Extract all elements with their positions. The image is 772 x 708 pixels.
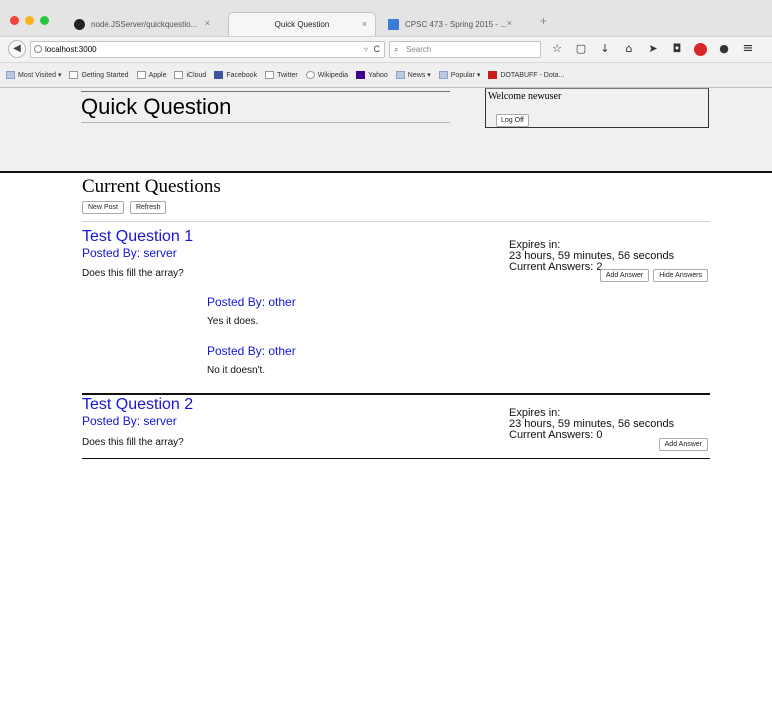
close-icon[interactable]: ×: [205, 18, 210, 28]
dotabuff-icon: [488, 71, 498, 79]
tab-title: CPSC 473 - Spring 2015 - ...: [405, 19, 507, 29]
pocket-icon[interactable]: ◘: [670, 42, 684, 56]
answer-item: Posted By: other No it doesn't.: [207, 344, 296, 376]
page-icon: [69, 71, 79, 79]
question-body: Does this fill the array?: [82, 268, 184, 279]
refresh-button[interactable]: Refresh: [129, 201, 167, 214]
download-icon[interactable]: ↓: [598, 42, 612, 56]
folder-icon: [6, 71, 15, 79]
page-icon: [136, 71, 146, 79]
answer-count: Current Answers: 0: [509, 429, 603, 441]
question-card: Test Question 1 Posted By: server Does t…: [82, 222, 710, 395]
add-answer-button[interactable]: Add Answer: [599, 269, 650, 282]
answer-poster: Posted By: other: [207, 344, 296, 358]
chat-icon[interactable]: ●: [717, 42, 731, 56]
add-answer-button[interactable]: Add Answer: [658, 438, 708, 451]
close-icon[interactable]: ×: [362, 19, 367, 29]
user-panel: Welcome newuser Log Off: [485, 88, 709, 128]
bookmark-star-icon[interactable]: ☆: [550, 42, 564, 56]
search-input[interactable]: ⌕ Search: [389, 41, 541, 58]
question-card: Test Question 2 Posted By: server Does t…: [82, 395, 710, 459]
bookmark-dotabuff[interactable]: DOTABUFF - Dota...: [488, 71, 564, 79]
section-heading: Current Questions: [82, 176, 221, 197]
question-meta: Expires in: 23 hours, 59 minutes, 56 sec…: [509, 408, 674, 441]
bookmark-apple[interactable]: Apple: [136, 71, 166, 79]
close-window-button[interactable]: [10, 16, 19, 25]
page-icon: [265, 71, 275, 79]
bookmark-icloud[interactable]: iCloud: [174, 71, 206, 79]
globe-icon: [34, 45, 42, 53]
question-body: Does this fill the array?: [82, 437, 184, 448]
history-dropdown-icon[interactable]: ▿: [364, 42, 368, 57]
menu-icon[interactable]: ≡: [741, 42, 755, 56]
reload-icon[interactable]: C: [374, 42, 381, 57]
page-icon: [174, 71, 184, 79]
question-poster: Posted By: server: [82, 414, 177, 428]
bookmark-news[interactable]: News ▾: [395, 71, 431, 79]
browser-tab-github[interactable]: node.JSServer/quickquestio... ×: [66, 12, 218, 36]
bookmark-popular[interactable]: Popular ▾: [438, 71, 480, 79]
question-actions: Add Answer Hide Answers: [599, 269, 708, 282]
back-button[interactable]: ◀: [8, 40, 26, 58]
answer-poster: Posted By: other: [207, 295, 296, 309]
new-tab-button[interactable]: +: [540, 14, 547, 28]
bookmark-wikipedia[interactable]: Wikipedia: [305, 71, 348, 79]
bookmark-twitter[interactable]: Twitter: [265, 71, 298, 79]
minimize-window-button[interactable]: [25, 16, 34, 25]
tab-title: node.JSServer/quickquestio...: [91, 19, 198, 29]
toolbar-icons: ☆ ▢ ↓ ⌂ ➤ ◘ ● ≡: [550, 42, 755, 56]
site-title: Quick Question: [81, 91, 450, 123]
log-off-button[interactable]: Log Off: [496, 114, 529, 127]
folder-icon: [438, 71, 448, 79]
tab-title: Quick Question: [274, 20, 330, 29]
browser-tab-cpsc[interactable]: CPSC 473 - Spring 2015 - ... ×: [380, 12, 520, 36]
new-post-button[interactable]: New Post: [82, 201, 124, 214]
zoom-window-button[interactable]: [40, 16, 49, 25]
tab-bar: node.JSServer/quickquestio... × Quick Qu…: [0, 0, 772, 36]
bookmark-facebook[interactable]: Facebook: [214, 71, 257, 79]
bookmark-most-visited[interactable]: Most Visited ▾: [6, 71, 61, 79]
send-icon[interactable]: ➤: [646, 42, 660, 56]
answer-item: Posted By: other Yes it does.: [207, 295, 296, 327]
facebook-icon: [214, 71, 224, 79]
home-icon[interactable]: ⌂: [622, 42, 636, 56]
welcome-message: Welcome newuser: [488, 91, 562, 102]
answer-body: No it doesn't.: [207, 365, 266, 376]
browser-tab-quick-question[interactable]: Quick Question ×: [228, 12, 376, 36]
bookmark-getting-started[interactable]: Getting Started: [69, 71, 129, 79]
question-actions: Add Answer: [658, 438, 708, 451]
question-title[interactable]: Test Question 2: [82, 396, 193, 414]
bookmark-yahoo[interactable]: Yahoo: [356, 71, 388, 79]
adblock-icon[interactable]: [694, 42, 707, 56]
folder-icon: [395, 71, 405, 79]
browser-chrome: node.JSServer/quickquestio... × Quick Qu…: [0, 0, 772, 88]
hide-answers-button[interactable]: Hide Answers: [653, 269, 708, 282]
url-bar[interactable]: localhost:3000 ▿ C: [30, 41, 385, 58]
close-icon[interactable]: ×: [507, 18, 512, 28]
site-header: Quick Question Welcome newuser Log Off: [0, 88, 772, 173]
answer-body: Yes it does.: [207, 316, 259, 327]
page-content: Quick Question Welcome newuser Log Off C…: [0, 88, 772, 708]
search-icon: ⌕: [394, 45, 399, 54]
wikipedia-icon: [305, 71, 315, 79]
bookmarks-bar: Most Visited ▾ Getting Started Apple iCl…: [0, 62, 772, 88]
yahoo-icon: [356, 71, 366, 79]
navigation-bar: ◀ localhost:3000 ▿ C ⌕ Search ☆ ▢ ↓ ⌂ ➤ …: [0, 36, 772, 62]
url-text: localhost:3000: [45, 45, 97, 54]
questions-toolbar: New Post Refresh: [82, 201, 710, 215]
github-icon: [74, 18, 85, 30]
reading-list-icon[interactable]: ▢: [574, 42, 588, 56]
document-icon: [388, 18, 399, 30]
question-poster: Posted By: server: [82, 246, 177, 260]
search-placeholder: Search: [406, 45, 432, 54]
questions-section: Current Questions New Post Refresh Test …: [82, 176, 710, 459]
question-title[interactable]: Test Question 1: [82, 228, 193, 246]
